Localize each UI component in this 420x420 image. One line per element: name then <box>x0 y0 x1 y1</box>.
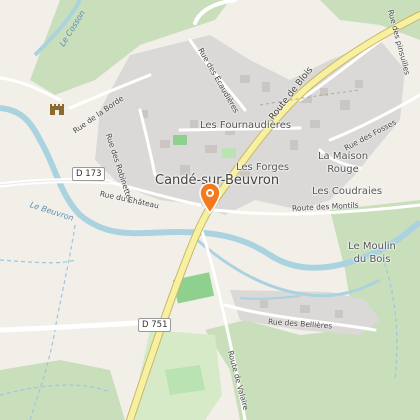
place-label-maison-rouge: La Maison Rouge <box>317 151 369 175</box>
road-shield-d751: D 751 <box>138 318 172 332</box>
place-label-moulin-du-bois: Le Moulin du Bois <box>348 241 396 265</box>
place-label-forges: Les Forges <box>236 162 290 173</box>
map[interactable]: Candé-sur-Beuvron Les Fournaudières Les … <box>0 0 420 420</box>
castle-icon[interactable] <box>47 98 67 118</box>
location-pin-icon[interactable] <box>198 182 222 214</box>
place-label-coudraies: Les Coudraies <box>312 186 383 197</box>
road-shield-d173: D 173 <box>72 167 106 181</box>
place-label-fournaudieres: Les Fournaudières <box>200 120 292 131</box>
